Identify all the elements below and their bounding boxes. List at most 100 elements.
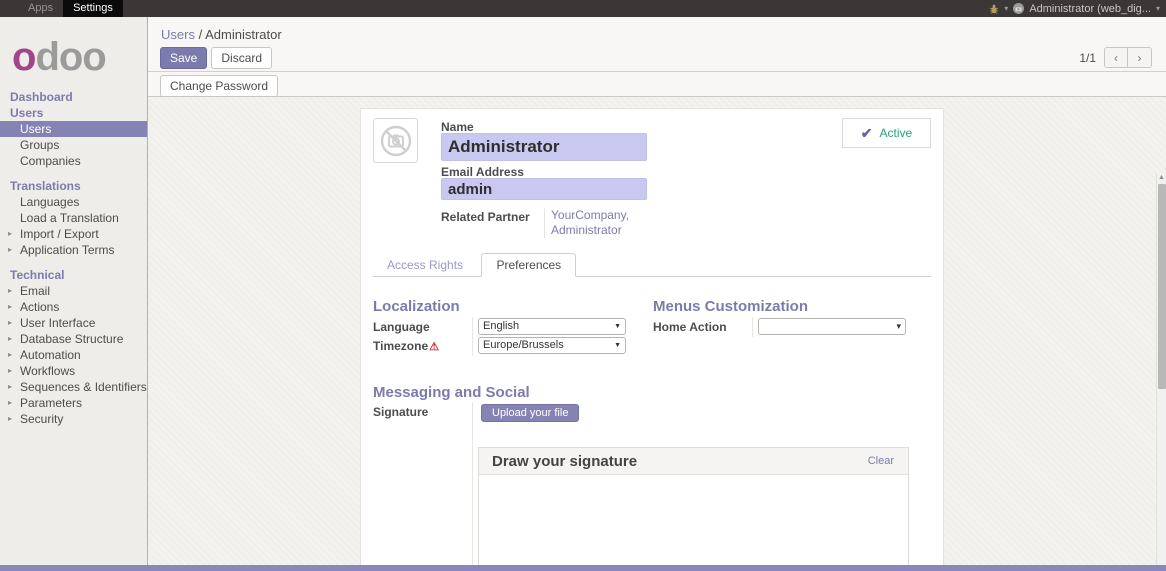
messaging-section-title: Messaging and Social <box>373 384 530 401</box>
related-partner-label: Related Partner <box>441 210 530 224</box>
name-field-label: Name <box>441 120 474 134</box>
active-stat-button[interactable]: ✔ Active <box>842 118 931 148</box>
top-menubar: Apps Settings ▾ Administrator (web_dig..… <box>0 0 1166 17</box>
app-menu: Apps Settings <box>18 0 123 17</box>
chevron-right-icon: ▸ <box>8 379 12 395</box>
email-input[interactable] <box>441 178 647 200</box>
settings-sidebar: odoo Dashboard Users Users Groups Compan… <box>0 17 148 571</box>
sidebar-section-users[interactable]: Users <box>0 105 147 121</box>
scroll-up-button[interactable]: ▲ <box>1157 173 1166 183</box>
change-password-button[interactable]: Change Password <box>160 75 278 97</box>
sidebar-item-import-export[interactable]: ▸Import / Export <box>0 226 147 242</box>
action-button-strip: Change Password <box>148 72 1166 97</box>
sidebar-section-translations[interactable]: Translations <box>0 178 147 194</box>
sidebar-item-groups[interactable]: Groups <box>0 137 147 153</box>
related-partner-line2: Administrator <box>551 223 629 238</box>
form-view-area: Name Email Address Related Partner YourC… <box>148 97 1166 571</box>
sidebar-item-workflows[interactable]: ▸ Workflows <box>0 363 147 379</box>
sidebar-item-user-interface[interactable]: ▸ User Interface <box>0 315 147 331</box>
select-arrow-icon: ▼ <box>614 319 621 334</box>
sidebar-item-application-terms[interactable]: ▸ Application Terms <box>0 242 147 258</box>
pager-counter: 1/1 <box>1079 51 1096 65</box>
related-partner-line1: YourCompany, <box>551 208 629 223</box>
chevron-right-icon: ▸ <box>8 411 12 427</box>
chevron-right-icon: ▸ <box>8 283 12 299</box>
tab-preferences[interactable]: Preferences <box>481 253 576 277</box>
save-button[interactable]: Save <box>160 47 207 69</box>
localization-field-separator <box>472 317 473 356</box>
odoo-settings-window: Apps Settings ▾ Administrator (web_dig..… <box>0 0 1166 571</box>
breadcrumb-users-link[interactable]: Users <box>161 27 195 42</box>
signature-field-separator <box>472 402 473 571</box>
sidebar-item-companies[interactable]: Companies <box>0 153 147 169</box>
sidebar-item-parameters[interactable]: ▸Parameters <box>0 395 147 411</box>
sidebar-item-label: Email <box>20 284 50 298</box>
user-menu[interactable]: Administrator (web_dig... <box>1029 3 1151 15</box>
sidebar-item-load-a-translation[interactable]: Load a Translation <box>0 210 147 226</box>
user-avatar[interactable] <box>1013 3 1024 14</box>
signature-panel-title: Draw your signature <box>492 453 637 470</box>
chevron-right-icon: ▸ <box>8 226 12 242</box>
chevron-right-icon: ▸ <box>8 315 12 331</box>
language-value: English <box>483 319 519 334</box>
tab-access-rights[interactable]: Access Rights <box>373 254 477 278</box>
chevron-right-icon: ▸ <box>8 242 12 258</box>
sidebar-item-label: Application Terms <box>20 243 115 257</box>
sidebar-item-label: Security <box>20 412 63 426</box>
active-label: Active <box>880 126 913 140</box>
chevron-right-icon: ▸ <box>8 363 12 379</box>
chevron-right-icon: ▸ <box>8 395 12 411</box>
user-image-field[interactable] <box>373 118 418 163</box>
sidebar-nav: Dashboard Users Users Groups Companies T… <box>0 89 147 427</box>
timezone-select[interactable]: Europe/Brussels ▼ <box>478 337 626 354</box>
language-label: Language <box>373 320 430 334</box>
menu-apps[interactable]: Apps <box>18 0 63 17</box>
sidebar-item-dashboard[interactable]: Dashboard <box>0 89 147 105</box>
menus-field-separator <box>752 317 753 337</box>
check-icon: ✔ <box>861 125 873 142</box>
upload-file-button[interactable]: Upload your file <box>481 404 579 422</box>
sidebar-section-technical[interactable]: Technical <box>0 267 147 283</box>
logo-first-letter: o <box>12 35 35 79</box>
sidebar-item-automation[interactable]: ▸ Automation <box>0 347 147 363</box>
clear-signature-button[interactable]: Clear <box>868 455 894 467</box>
home-action-input[interactable]: ▾ <box>758 318 906 335</box>
sidebar-item-label: Database Structure <box>20 332 123 346</box>
sidebar-item-database-structure[interactable]: ▸ Database Structure <box>0 331 147 347</box>
sidebar-item-label: Automation <box>20 348 81 362</box>
menus-customization-section-title: Menus Customization <box>653 298 808 315</box>
breadcrumb: Users / Administrator <box>161 27 282 42</box>
sidebar-item-users[interactable]: Users <box>0 121 147 137</box>
sidebar-item-actions[interactable]: ▸Actions <box>0 299 147 315</box>
chevron-right-icon: ▸ <box>8 331 12 347</box>
sidebar-item-label: User Interface <box>20 316 95 330</box>
signature-panel-header: Draw your signature Clear <box>479 448 908 475</box>
language-select[interactable]: English ▼ <box>478 318 626 335</box>
chevron-right-icon: ▸ <box>8 347 12 363</box>
vertical-scrollbar[interactable]: ▲ <box>1156 173 1166 571</box>
scrollbar-thumb[interactable] <box>1158 184 1166 389</box>
sidebar-item-label: Workflows <box>20 364 75 378</box>
bottom-accent-bar <box>0 565 1166 571</box>
related-partner-link[interactable]: YourCompany, Administrator <box>544 208 629 238</box>
debug-bug-icon[interactable] <box>989 4 999 14</box>
sidebar-item-security[interactable]: ▸ Security <box>0 411 147 427</box>
systray-caret-icon[interactable]: ▾ <box>1004 4 1008 13</box>
sidebar-item-languages[interactable]: Languages <box>0 194 147 210</box>
breadcrumb-separator: / <box>199 27 203 42</box>
chevron-right-icon: ▸ <box>8 299 12 315</box>
discard-button[interactable]: Discard <box>211 47 272 69</box>
localization-section-title: Localization <box>373 298 460 315</box>
signature-canvas[interactable] <box>479 475 908 571</box>
pager-next-button[interactable]: › <box>1128 47 1152 68</box>
pager-previous-button[interactable]: ‹ <box>1104 47 1128 68</box>
sidebar-item-email[interactable]: ▸ Email <box>0 283 147 299</box>
menu-settings[interactable]: Settings <box>63 0 123 17</box>
no-image-placeholder-icon <box>378 123 414 159</box>
sidebar-item-sequences-identifiers[interactable]: ▸Sequences & Identifiers <box>0 379 147 395</box>
systray: ▾ Administrator (web_dig... ▾ <box>989 0 1160 17</box>
user-menu-caret-icon[interactable]: ▾ <box>1156 4 1160 13</box>
form-sheet: Name Email Address Related Partner YourC… <box>360 108 944 571</box>
name-input[interactable] <box>441 133 647 161</box>
home-action-label: Home Action <box>653 320 727 334</box>
